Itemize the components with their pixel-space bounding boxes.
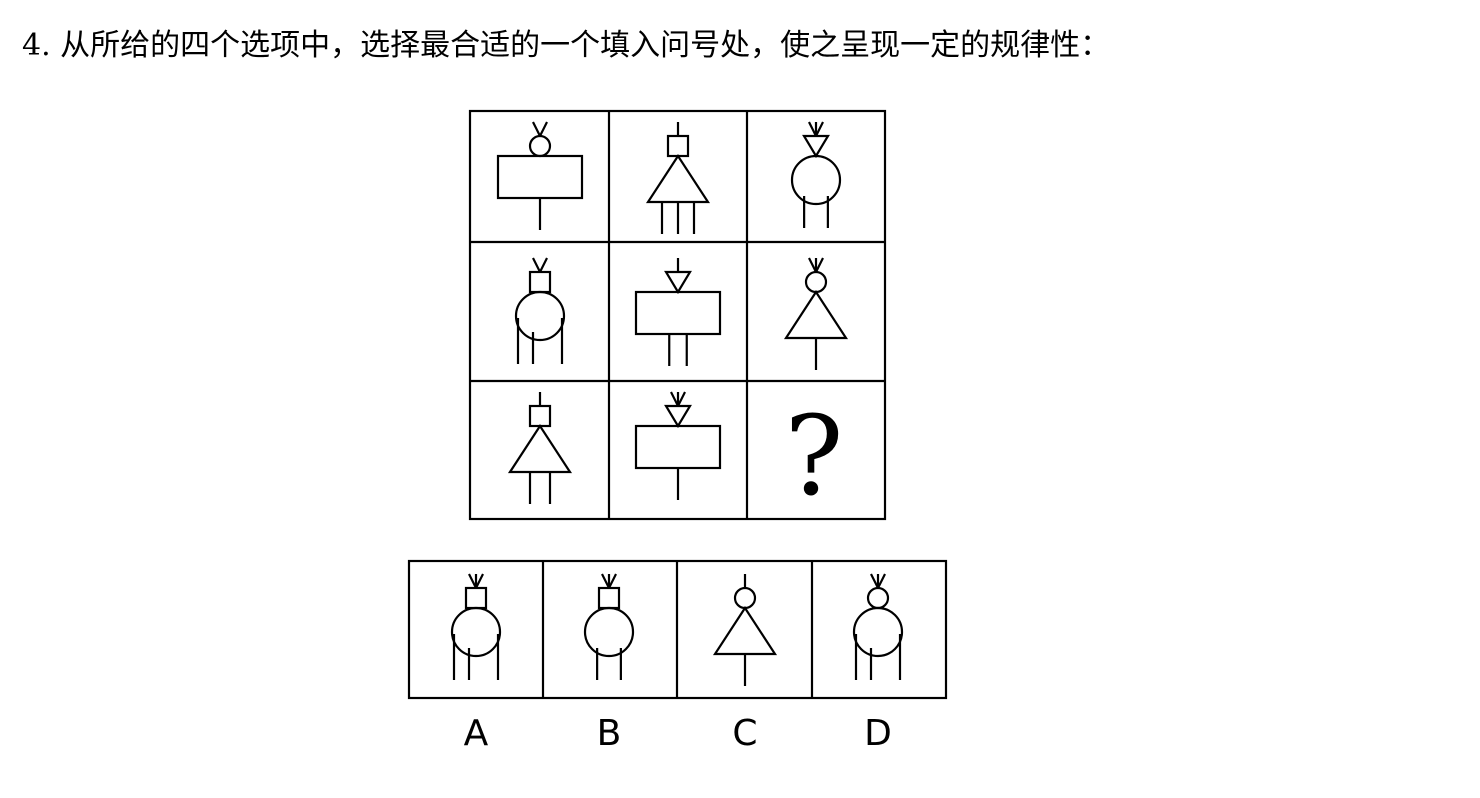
v-antenna-icon: [539, 257, 548, 273]
rectangle-body-icon: [634, 424, 722, 470]
triangle-body-icon: [645, 153, 711, 204]
option-a-label[interactable]: A: [446, 714, 506, 754]
square-head-icon: [597, 586, 621, 610]
option-c-figure: [712, 574, 778, 686]
matrix-cell-r1c2: [645, 122, 711, 234]
triangle-head-icon: [664, 270, 692, 295]
matrix-cell-r3c1: [507, 392, 573, 504]
v-antenna-icon: [539, 121, 548, 137]
option-b-figure: [583, 573, 635, 680]
matrix-cell-r1c3: [790, 121, 842, 228]
triangle-head-icon: [664, 404, 692, 429]
matrix-cell-r2c1: [514, 257, 566, 364]
square-head-icon: [464, 586, 488, 610]
triangle-body-icon: [712, 605, 778, 656]
square-head-icon: [528, 270, 552, 294]
v-antenna-icon: [532, 257, 541, 273]
matrix-cell-r3c2: [634, 391, 722, 500]
triangle-head-icon: [802, 134, 830, 159]
options-grid: [407, 559, 948, 700]
option-c-label[interactable]: C: [715, 714, 775, 754]
circle-head-icon: [528, 134, 552, 158]
v-antenna-icon: [532, 121, 541, 137]
puzzle-figure: ?: [407, 109, 948, 700]
option-b-label[interactable]: B: [579, 714, 639, 754]
square-head-icon: [666, 134, 690, 158]
circle-head-icon: [866, 586, 890, 610]
circle-body-icon: [450, 606, 502, 658]
matrix-cell-r1c1: [496, 121, 584, 230]
option-a-figure: [450, 573, 502, 680]
circle-head-icon: [804, 270, 828, 294]
option-d-figure: [852, 573, 904, 680]
triangle-body-icon: [507, 423, 573, 474]
rectangle-body-icon: [634, 290, 722, 336]
circle-body-icon: [583, 606, 635, 658]
triangle-body-icon: [783, 289, 849, 340]
circle-head-icon: [733, 586, 757, 610]
matrix-cell-r2c3: [783, 257, 849, 370]
circle-body-icon: [852, 606, 904, 658]
circle-body-icon: [514, 290, 566, 342]
question-mark: ?: [785, 392, 844, 520]
square-head-icon: [528, 404, 552, 428]
option-d-label[interactable]: D: [848, 714, 908, 754]
circle-body-icon: [790, 154, 842, 206]
matrix-cell-r2c2: [634, 258, 722, 366]
rectangle-body-icon: [496, 154, 584, 200]
